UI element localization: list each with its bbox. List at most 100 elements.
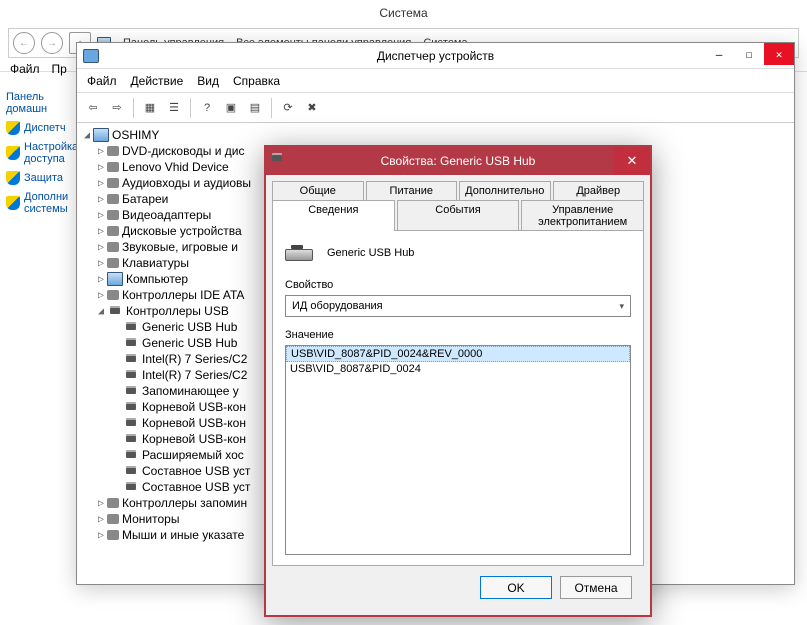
- gen-icon: [107, 162, 119, 172]
- system-sidebar: Панель домашн Диспетч Настройка доступа Защ…: [6, 88, 78, 218]
- gen-icon: [107, 146, 119, 156]
- dialog-buttons: OK Отмена: [272, 566, 644, 609]
- expander-icon[interactable]: ▷: [95, 146, 107, 157]
- toolbar-back[interactable]: ⇦: [83, 98, 103, 118]
- tree-node-label: Клавиатуры: [122, 256, 189, 270]
- tree-node-label: Корневой USB-кон: [142, 432, 246, 446]
- sidebar-link[interactable]: Настройка доступа: [6, 138, 78, 168]
- tree-node[interactable]: ◢ OSHIMY: [79, 127, 792, 143]
- tab-Управление электропитанием[interactable]: Управление электропитанием: [521, 200, 644, 231]
- cancel-button[interactable]: Отмена: [560, 576, 632, 599]
- tabs-row-1: ОбщиеПитаниеДополнительноДрайвер: [272, 181, 644, 200]
- expander-icon[interactable]: ▷: [95, 210, 107, 221]
- menu-file[interactable]: Файл: [10, 62, 40, 76]
- shield-icon: [6, 196, 20, 210]
- devmgr-titlebar[interactable]: Диспетчер устройств — ☐ ✕: [77, 43, 794, 69]
- tree-node-label: Компьютер: [126, 272, 188, 286]
- props-close-button[interactable]: ✕: [614, 147, 650, 175]
- tree-node-label: Видеоадаптеры: [122, 208, 211, 222]
- window-controls: — ☐ ✕: [704, 43, 794, 65]
- expander-icon[interactable]: ▷: [95, 258, 107, 269]
- tree-node-label: Контроллеры IDE ATA: [122, 288, 244, 302]
- usb-icon: [123, 352, 139, 366]
- props-body: ОбщиеПитаниеДополнительноДрайвер Сведени…: [266, 175, 650, 615]
- expander-icon[interactable]: ▷: [95, 274, 107, 285]
- toolbar-show-hide[interactable]: ▦: [140, 98, 160, 118]
- expander-icon[interactable]: ◢: [95, 306, 107, 317]
- usb-icon: [123, 368, 139, 382]
- gen-icon: [107, 194, 119, 204]
- expander-icon[interactable]: ▷: [95, 530, 107, 541]
- tree-node-label: OSHIMY: [112, 128, 159, 142]
- toolbar-refresh-icon[interactable]: ▤: [245, 98, 265, 118]
- close-button[interactable]: ✕: [764, 43, 794, 65]
- toolbar-update-icon[interactable]: ⟳: [278, 98, 298, 118]
- system-menu: Файл Пр: [10, 62, 67, 76]
- expander-icon[interactable]: ▷: [95, 178, 107, 189]
- tab-Общие[interactable]: Общие: [272, 181, 364, 200]
- expander-icon[interactable]: ▷: [95, 498, 107, 509]
- props-title-text: Свойства: Generic USB Hub: [381, 154, 536, 168]
- tree-node-label: Запоминающее у: [142, 384, 239, 398]
- expander-icon[interactable]: ◢: [81, 130, 93, 141]
- tab-Дополнительно[interactable]: Дополнительно: [459, 181, 551, 200]
- expander-icon[interactable]: ▷: [95, 242, 107, 253]
- device-large-icon: [285, 241, 317, 265]
- sidebar-link-label: Защита: [24, 172, 63, 184]
- gen-icon: [107, 210, 119, 220]
- toolbar-uninstall-icon[interactable]: ✖: [302, 98, 322, 118]
- list-item[interactable]: USB\VID_8087&PID_0024&REV_0000: [286, 346, 630, 362]
- ok-button[interactable]: OK: [480, 576, 552, 599]
- tree-node-label: Звуковые, игровые и: [122, 240, 238, 254]
- gen-icon: [107, 514, 119, 524]
- tree-node-label: Мыши и иные указате: [122, 528, 244, 542]
- props-titlebar[interactable]: Свойства: Generic USB Hub ✕: [266, 147, 650, 175]
- usb-icon: [123, 416, 139, 430]
- toolbar-properties-icon[interactable]: ☰: [164, 98, 184, 118]
- tree-node-label: DVD-дисководы и дис: [122, 144, 244, 158]
- toolbar-forward[interactable]: ⇨: [107, 98, 127, 118]
- menu-edit[interactable]: Пр: [52, 62, 67, 76]
- tree-node-label: Generic USB Hub: [142, 320, 237, 334]
- tabs-row-2: СведенияСобытияУправление электропитание…: [272, 200, 644, 231]
- pc-icon: [107, 272, 123, 286]
- value-label: Значение: [285, 329, 631, 341]
- forward-button[interactable]: →: [41, 32, 63, 54]
- sidebar-link[interactable]: Защита: [6, 168, 78, 188]
- list-item[interactable]: USB\VID_8087&PID_0024: [286, 362, 630, 376]
- property-combo[interactable]: ИД оборудования ▾: [285, 295, 631, 317]
- menu-item[interactable]: Файл: [87, 74, 117, 88]
- expander-icon[interactable]: ▷: [95, 290, 107, 301]
- tab-Сведения[interactable]: Сведения: [272, 200, 395, 231]
- tree-node-label: Корневой USB-кон: [142, 416, 246, 430]
- minimize-button[interactable]: —: [704, 43, 734, 65]
- expander-icon[interactable]: ▷: [95, 194, 107, 205]
- tree-node-label: Аудиовходы и аудиовы: [122, 176, 251, 190]
- expander-icon[interactable]: ▷: [95, 162, 107, 173]
- shield-icon: [6, 121, 20, 135]
- tab-События[interactable]: События: [397, 200, 520, 231]
- sidebar-link[interactable]: Панель домашн: [6, 88, 78, 118]
- sidebar-link-label: Настройка доступа: [24, 141, 78, 165]
- usb-icon: [107, 304, 123, 318]
- menu-item[interactable]: Справка: [233, 74, 280, 88]
- tab-Драйвер[interactable]: Драйвер: [553, 181, 645, 200]
- sidebar-link[interactable]: Диспетч: [6, 118, 78, 138]
- usb-icon: [123, 448, 139, 462]
- devmgr-toolbar: ⇦ ⇨ ▦ ☰ ? ▣ ▤ ⟳ ✖: [77, 93, 794, 123]
- toolbar-help-icon[interactable]: ?: [197, 98, 217, 118]
- value-listbox[interactable]: USB\VID_8087&PID_0024&REV_0000USB\VID_80…: [285, 345, 631, 555]
- back-button[interactable]: ←: [13, 32, 35, 54]
- maximize-button[interactable]: ☐: [734, 43, 764, 65]
- expander-icon[interactable]: ▷: [95, 514, 107, 525]
- menu-item[interactable]: Вид: [197, 74, 219, 88]
- system-title: Система: [379, 6, 427, 20]
- expander-icon[interactable]: ▷: [95, 226, 107, 237]
- tree-node-label: Контроллеры USB: [126, 304, 229, 318]
- toolbar-scan-icon[interactable]: ▣: [221, 98, 241, 118]
- sidebar-link[interactable]: Дополни системы: [6, 188, 78, 218]
- tab-Питание[interactable]: Питание: [366, 181, 458, 200]
- sidebar-link-label: Диспетч: [24, 122, 66, 134]
- menu-item[interactable]: Действие: [131, 74, 184, 88]
- tree-node-label: Intel(R) 7 Series/C2: [142, 368, 247, 382]
